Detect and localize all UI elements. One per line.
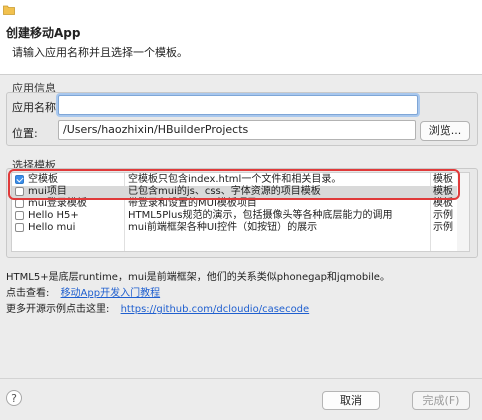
dialog-description: 请输入应用名称并且选择一个模板。 <box>12 46 188 59</box>
template-description: HTML5Plus规范的演示，包括摄像头等各种底层能力的调用 <box>128 210 393 221</box>
checkbox-icon[interactable] <box>15 211 24 220</box>
tutorial-label: 点击查看: <box>6 288 50 299</box>
template-description: mui前端框架各种UI控件（如按钮）的展示 <box>128 222 318 233</box>
template-category: 模板 <box>433 186 453 197</box>
folder-icon <box>3 5 15 15</box>
app-name-label: 应用名称: <box>12 101 60 114</box>
examples-line: 更多开源示例点击这里: https://github.com/dcloudio/… <box>6 300 309 315</box>
dialog-header: 创建移动App 请输入应用名称并且选择一个模板。 <box>0 0 482 75</box>
help-button[interactable]: ? <box>6 390 22 406</box>
template-row[interactable]: mui项目 已包含mui的js、css、字体资源的项目模板 模板 <box>12 186 458 198</box>
tutorial-link[interactable]: 移动App开发入门教程 <box>61 288 161 299</box>
template-name: Hello H5+ <box>28 210 79 221</box>
location-label: 位置: <box>12 127 38 140</box>
checkbox-icon[interactable] <box>15 187 24 196</box>
finish-button[interactable]: 完成(F) <box>412 391 470 410</box>
template-name: 空模板 <box>28 174 58 185</box>
template-category: 模板 <box>433 198 453 209</box>
examples-label: 更多开源示例点击这里: <box>6 304 110 315</box>
location-input[interactable]: /Users/haozhixin/HBuilderProjects <box>58 120 416 140</box>
app-name-input[interactable] <box>58 95 418 115</box>
template-list-scrollbar[interactable] <box>457 172 470 252</box>
template-name: Hello mui <box>28 222 76 233</box>
template-category: 示例 <box>433 210 453 221</box>
cancel-button[interactable]: 取消 <box>322 391 380 410</box>
checkbox-checked-icon[interactable] <box>15 175 24 184</box>
footer-divider <box>0 378 482 379</box>
examples-link[interactable]: https://github.com/dcloudio/casecode <box>121 304 310 315</box>
template-description: 空模板只包含index.html一个文件和相关目录。 <box>128 174 342 185</box>
dialog-title: 创建移动App <box>6 26 81 40</box>
template-description: 带登录和设置的MUI模板项目 <box>128 198 257 209</box>
template-row[interactable]: 空模板 空模板只包含index.html一个文件和相关目录。 模板 <box>12 174 458 186</box>
template-list: 空模板 空模板只包含index.html一个文件和相关目录。 模板 mui项目 … <box>11 172 459 252</box>
template-name: mui项目 <box>28 186 67 197</box>
browse-button[interactable]: 浏览... <box>420 121 470 141</box>
template-row[interactable]: mui登录模板 带登录和设置的MUI模板项目 模板 <box>12 198 458 210</box>
template-category: 模板 <box>433 174 453 185</box>
template-name: mui登录模板 <box>28 198 87 209</box>
template-description: 已包含mui的js、css、字体资源的项目模板 <box>128 186 321 197</box>
template-row[interactable]: Hello mui mui前端框架各种UI控件（如按钮）的展示 示例 <box>12 222 458 234</box>
checkbox-icon[interactable] <box>15 199 24 208</box>
template-row[interactable]: Hello H5+ HTML5Plus规范的演示，包括摄像头等各种底层能力的调用… <box>12 210 458 222</box>
tutorial-line: 点击查看: 移动App开发入门教程 <box>6 284 160 299</box>
template-category: 示例 <box>433 222 453 233</box>
framework-info: HTML5+是底层runtime，mui是前端框架，他们的关系类似phonega… <box>6 272 390 283</box>
checkbox-icon[interactable] <box>15 223 24 232</box>
